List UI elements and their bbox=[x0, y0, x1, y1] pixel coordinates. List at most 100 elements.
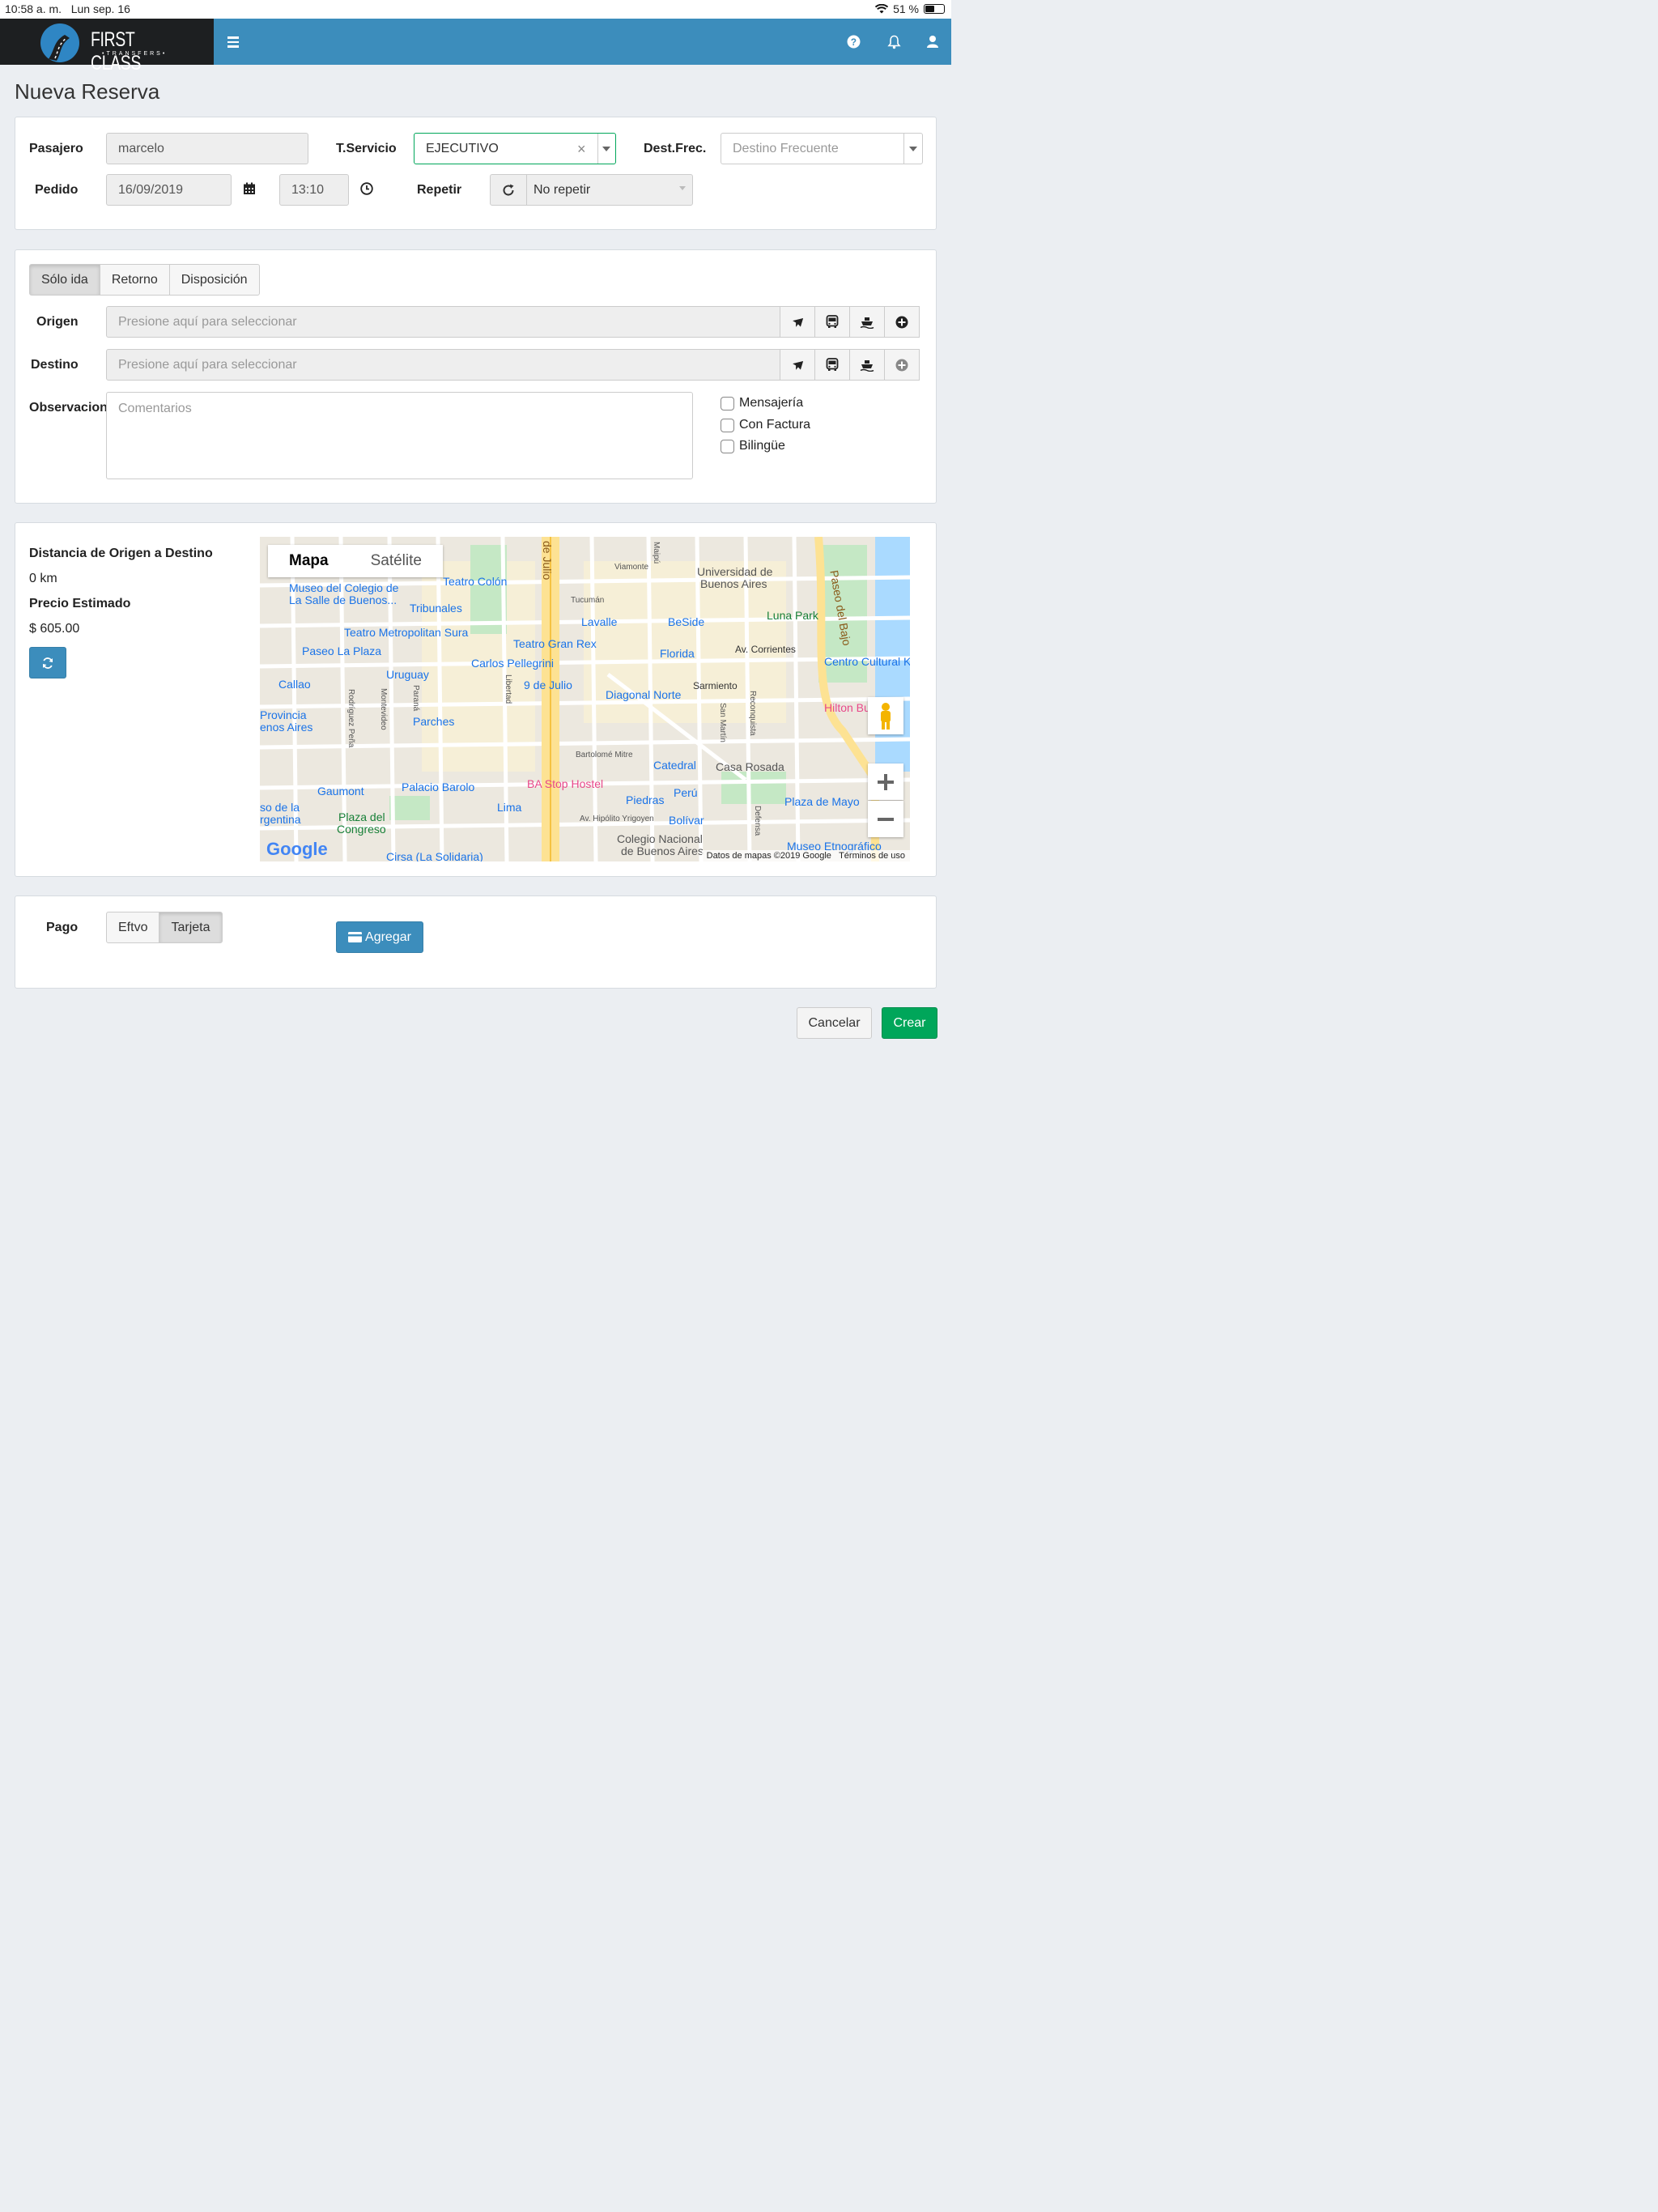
repeat-addon[interactable] bbox=[490, 174, 527, 206]
bilingue-checkbox[interactable]: Bilingüe bbox=[721, 439, 785, 453]
plus-circle-icon[interactable] bbox=[884, 306, 920, 338]
map-label: Florida bbox=[660, 647, 695, 660]
bus-icon[interactable] bbox=[814, 306, 850, 338]
date-input[interactable]: 16/09/2019 bbox=[106, 174, 232, 206]
plus-circle-icon[interactable] bbox=[884, 349, 920, 381]
reservation-panel: Pasajero marcelo T.Servicio EJECUTIVO × … bbox=[15, 117, 937, 230]
page-title: Nueva Reserva bbox=[15, 79, 160, 104]
map-label: Congreso bbox=[337, 823, 386, 836]
battery-icon bbox=[924, 4, 945, 14]
bell-icon[interactable] bbox=[887, 35, 901, 49]
road-logo-icon bbox=[40, 23, 79, 62]
estimate-panel: Distancia de Origen a Destino 0 km Preci… bbox=[15, 522, 937, 877]
map-label: Universidad de bbox=[697, 565, 773, 578]
origen-buttons bbox=[780, 306, 920, 338]
destino-input[interactable]: Presione aquí para seleccionar bbox=[106, 349, 782, 381]
pedido-label: Pedido bbox=[35, 183, 79, 197]
chevron-down-icon[interactable] bbox=[679, 186, 686, 190]
map-label: de Buenos Aires bbox=[621, 844, 704, 857]
map-label: enos Aires bbox=[260, 721, 313, 734]
map-label: so de la bbox=[260, 801, 300, 814]
map-data-credit: Datos de mapas ©2019 Google bbox=[706, 851, 831, 861]
status-time: 10:58 a. m. bbox=[5, 2, 62, 15]
status-bar: 10:58 a. m. Lun sep. 16 51 % bbox=[0, 0, 951, 19]
payment-efectivo[interactable]: Eftvo bbox=[106, 912, 160, 943]
map-label: Piedras bbox=[626, 793, 665, 806]
time-input[interactable]: 13:10 bbox=[279, 174, 349, 206]
menu-toggle-icon[interactable] bbox=[227, 36, 239, 50]
plane-icon[interactable] bbox=[780, 349, 815, 381]
credit-card-icon bbox=[348, 932, 363, 942]
create-button[interactable]: Crear bbox=[882, 1007, 937, 1039]
map-label: Paraná bbox=[411, 685, 420, 712]
map-label: Uruguay bbox=[386, 668, 429, 681]
map-label: Hilton Bu bbox=[824, 701, 870, 714]
repetir-value: No repetir bbox=[534, 183, 591, 197]
map-label: Parches bbox=[413, 715, 455, 728]
map-label: Teatro Gran Rex bbox=[513, 637, 597, 650]
user-icon[interactable] bbox=[927, 35, 938, 49]
factura-checkbox[interactable]: Con Factura bbox=[721, 418, 810, 432]
map-label: BA Stop Hostel bbox=[527, 777, 604, 790]
calendar-icon[interactable] bbox=[243, 182, 256, 195]
map-label: Diagonal Norte bbox=[606, 688, 682, 701]
chevron-down-icon[interactable] bbox=[909, 147, 917, 151]
map-label: Maipú bbox=[652, 542, 661, 564]
mensajeria-checkbox[interactable]: Mensajería bbox=[721, 396, 803, 410]
wifi-icon bbox=[875, 4, 889, 14]
map-attribution: Datos de mapas ©2019 Google Términos de … bbox=[701, 850, 910, 861]
ship-icon[interactable] bbox=[849, 306, 885, 338]
map-label: Libertad bbox=[504, 674, 512, 704]
plane-icon[interactable] bbox=[780, 306, 815, 338]
origen-input[interactable]: Presione aquí para seleccionar bbox=[106, 306, 782, 338]
ship-icon[interactable] bbox=[849, 349, 885, 381]
refresh-icon bbox=[43, 657, 53, 669]
payment-toggle: Eftvo Tarjeta bbox=[106, 912, 223, 943]
add-card-button[interactable]: Agregar bbox=[336, 921, 423, 953]
map-label: Casa Rosada bbox=[716, 760, 784, 773]
map-label: Bolívar bbox=[669, 814, 704, 827]
recalculate-button[interactable] bbox=[29, 647, 66, 678]
comments-textarea[interactable]: Comentarios bbox=[106, 392, 693, 479]
servicio-select[interactable]: EJECUTIVO × bbox=[414, 133, 616, 164]
zoom-out-button[interactable] bbox=[868, 801, 903, 837]
tab-retorno[interactable]: Retorno bbox=[99, 264, 170, 296]
chevron-down-icon[interactable] bbox=[602, 147, 610, 151]
map-label: Colegio Nacional bbox=[617, 832, 703, 845]
street-view-icon[interactable] bbox=[868, 697, 903, 734]
trip-panel: Sólo ida Retorno Disposición Origen Pres… bbox=[15, 249, 937, 504]
clock-icon[interactable] bbox=[360, 182, 373, 195]
origen-label: Origen bbox=[36, 315, 79, 329]
map-label: Perú bbox=[674, 786, 698, 799]
payment-tarjeta[interactable]: Tarjeta bbox=[159, 912, 223, 943]
servicio-label: T.Servicio bbox=[336, 142, 397, 155]
tab-mapa[interactable]: Mapa bbox=[268, 545, 350, 577]
bus-icon[interactable] bbox=[814, 349, 850, 381]
map-view[interactable]: Mapa Satélite Museo del Colegio de La Sa… bbox=[260, 537, 910, 861]
terms-link[interactable]: Términos de uso bbox=[839, 851, 905, 861]
clear-icon[interactable]: × bbox=[577, 134, 586, 164]
map-label: Plaza del bbox=[338, 810, 385, 823]
cancel-button[interactable]: Cancelar bbox=[797, 1007, 872, 1039]
map-label: Teatro Colón bbox=[443, 575, 508, 588]
map-label: Tucumán bbox=[571, 596, 605, 605]
help-icon[interactable]: ? bbox=[847, 35, 861, 49]
dest-frec-select[interactable]: Destino Frecuente bbox=[721, 133, 923, 164]
tab-satelite[interactable]: Satélite bbox=[350, 545, 443, 577]
map-label: Luna Park bbox=[767, 609, 818, 622]
pasajero-label: Pasajero bbox=[29, 142, 83, 155]
tab-disposicion[interactable]: Disposición bbox=[168, 264, 260, 296]
zoom-in-button[interactable] bbox=[868, 764, 903, 800]
map-label: Cirsa (La Solidaria) bbox=[386, 850, 483, 861]
map-label: Paseo La Plaza bbox=[302, 644, 382, 657]
map-label: Viamonte bbox=[614, 563, 649, 572]
map-label: Catedral bbox=[653, 759, 696, 772]
google-logo: Google bbox=[266, 839, 328, 859]
tab-solo-ida[interactable]: Sólo ida bbox=[29, 264, 100, 296]
map-label: de Julio bbox=[541, 541, 554, 581]
repetir-select[interactable]: No repetir bbox=[526, 174, 693, 206]
trip-type-tabs: Sólo ida Retorno Disposición bbox=[29, 264, 260, 296]
pasajero-input[interactable]: marcelo bbox=[106, 133, 308, 164]
map-label: Reconquista bbox=[748, 691, 757, 736]
brand-logo[interactable]: FIRST CLASS •TRANSFERS• bbox=[0, 19, 214, 74]
